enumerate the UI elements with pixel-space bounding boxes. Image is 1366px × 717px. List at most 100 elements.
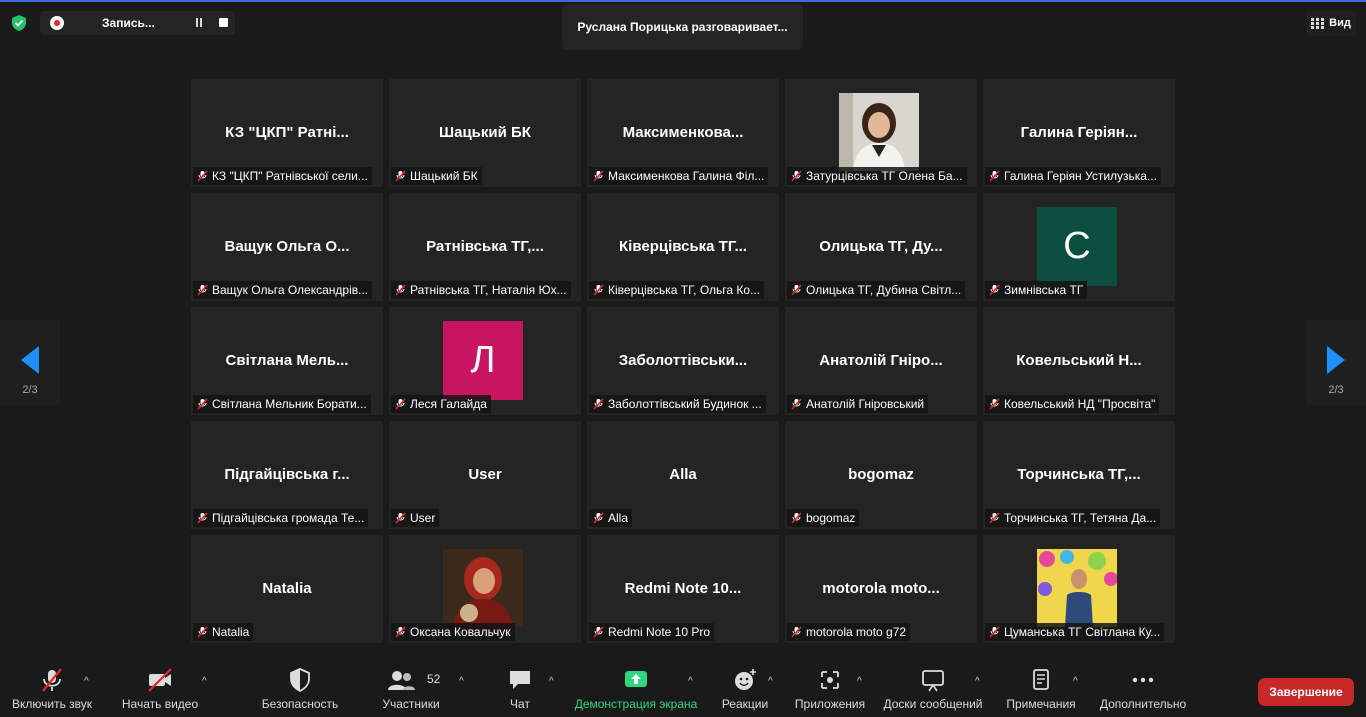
participant-label: КЗ "ЦКП" Ратнівської сели... <box>193 167 372 185</box>
participant-name: bogomaz <box>848 466 914 483</box>
participant-tile[interactable]: Цуманська ТГ Світлана Ку... <box>983 535 1175 643</box>
participant-label-text: Ратнівська ТГ, Наталія Юх... <box>410 283 567 297</box>
notes-options-chevron-icon[interactable]: ^ <box>1073 676 1078 687</box>
participant-tile[interactable]: Ківерцівська ТГ... Ківерцівська ТГ, Ольг… <box>587 193 779 301</box>
participant-name: КЗ "ЦКП" Ратні... <box>225 124 349 141</box>
participant-label-text: bogomaz <box>806 511 856 525</box>
participant-tile[interactable]: КЗ "ЦКП" Ратні... КЗ "ЦКП" Ратнівської с… <box>191 79 383 187</box>
participant-name: Ковельський Н... <box>1016 352 1142 369</box>
view-button[interactable]: Вид <box>1306 10 1356 36</box>
participant-tile[interactable]: Ващук Ольга О... Ващук Ольга Олександрів… <box>191 193 383 301</box>
recording-label: Запись... <box>102 16 155 30</box>
security-shield-icon[interactable] <box>10 14 28 32</box>
participant-tile[interactable]: User User <box>389 421 581 529</box>
participant-tile[interactable]: bogomaz bogomaz <box>785 421 977 529</box>
unmute-button[interactable]: Включить звук <box>10 666 94 711</box>
participant-name: Заболоттівськи... <box>618 352 748 369</box>
more-label: Дополнительно <box>1099 697 1187 711</box>
participant-tile[interactable]: Анатолій Гніро... Анатолій Гніровський <box>785 307 977 415</box>
participant-name: Redmi Note 10... <box>624 580 742 597</box>
previous-page-button[interactable]: 2/3 <box>0 320 60 405</box>
security-button[interactable]: Безопасность <box>258 666 342 711</box>
apps-label: Приложения <box>794 697 866 711</box>
end-meeting-button[interactable]: Завершение <box>1258 678 1354 706</box>
participant-tile[interactable]: Заболоттівськи... Заболоттівський Будино… <box>587 307 779 415</box>
unmute-label: Включить звук <box>11 697 93 711</box>
share-options-chevron-icon[interactable]: ^ <box>688 676 693 687</box>
participant-tile[interactable]: Шацький БК Шацький БК <box>389 79 581 187</box>
whiteboard-icon <box>922 670 944 692</box>
participant-label-text: Торчинська ТГ, Тетяна Да... <box>1004 511 1157 525</box>
start-video-label: Начать видео <box>121 697 199 711</box>
stop-recording-icon[interactable] <box>219 18 228 27</box>
participant-tile[interactable]: Redmi Note 10... Redmi Note 10 Pro <box>587 535 779 643</box>
reactions-button[interactable]: Реакции <box>718 666 772 711</box>
participant-label-text: Заболоттівський Будинок ... <box>608 397 762 411</box>
apps-icon <box>821 671 839 689</box>
mic-muted-icon <box>395 398 406 410</box>
participant-tile[interactable]: Затурцівська ТГ Олена Ба... <box>785 79 977 187</box>
participant-name: Ващук Ольга О... <box>224 238 350 255</box>
notes-button[interactable]: Примечания <box>1003 666 1079 711</box>
video-options-chevron-icon[interactable]: ^ <box>202 676 207 687</box>
participant-name: Шацький БК <box>439 124 531 141</box>
participant-label: Ковельський НД "Просвіта" <box>985 395 1160 413</box>
participant-label-text: КЗ "ЦКП" Ратнівської сели... <box>212 169 368 183</box>
participant-tile[interactable]: Л Леся Галайда <box>389 307 581 415</box>
apps-options-chevron-icon[interactable]: ^ <box>857 676 862 687</box>
participant-tile[interactable]: Ковельський Н... Ковельський НД "Просвіт… <box>983 307 1175 415</box>
share-screen-button[interactable]: Демонстрация экрана <box>572 666 700 711</box>
participant-tile[interactable]: Світлана Мель... Світлана Мельник Борати… <box>191 307 383 415</box>
mic-muted-icon <box>989 626 1000 638</box>
participant-tile[interactable]: Максименкова... Максименкова Галина Філ.… <box>587 79 779 187</box>
participant-label: Ратнівська ТГ, Наталія Юх... <box>391 281 571 299</box>
mic-muted-icon <box>197 512 208 524</box>
participant-tile[interactable]: С Зимнівська ТГ <box>983 193 1175 301</box>
participant-label: Анатолій Гніровський <box>787 395 929 413</box>
top-accent-line <box>0 0 1366 2</box>
participant-label-text: Цуманська ТГ Світлана Ку... <box>1004 625 1161 639</box>
participant-photo <box>1037 549 1117 627</box>
participant-tile[interactable]: Торчинська ТГ,... Торчинська ТГ, Тетяна … <box>983 421 1175 529</box>
mic-muted-icon <box>791 398 802 410</box>
participant-label: Галина Геріян Устилузька... <box>985 167 1161 185</box>
participant-label-text: Підгайцівська громада Те... <box>212 511 365 525</box>
apps-button[interactable]: Приложения <box>790 666 870 711</box>
next-page-button[interactable]: 2/3 <box>1306 320 1366 405</box>
participant-tile[interactable]: Alla Alla <box>587 421 779 529</box>
active-speaker-banner: Руслана Порицька разговаривает... <box>562 4 803 50</box>
participant-tile[interactable]: Олицька ТГ, Ду... Олицька ТГ, Дубина Сві… <box>785 193 977 301</box>
participant-tile[interactable]: Ратнівська ТГ,... Ратнівська ТГ, Наталія… <box>389 193 581 301</box>
participants-options-chevron-icon[interactable]: ^ <box>459 676 464 687</box>
chat-button[interactable]: Чат <box>500 666 540 711</box>
camera-off-icon <box>148 668 172 692</box>
mic-muted-icon <box>197 170 208 182</box>
view-label: Вид <box>1329 17 1351 29</box>
reactions-options-chevron-icon[interactable]: ^ <box>768 676 773 687</box>
participant-tile[interactable]: Підгайцівська г... Підгайцівська громада… <box>191 421 383 529</box>
participant-label: Redmi Note 10 Pro <box>589 623 715 641</box>
pause-recording-icon[interactable] <box>194 18 204 28</box>
whiteboards-button[interactable]: Доски сообщений <box>880 666 986 711</box>
audio-options-chevron-icon[interactable]: ^ <box>84 676 89 687</box>
participant-tile[interactable]: Галина Геріян... Галина Геріян Устилузьк… <box>983 79 1175 187</box>
participant-label: bogomaz <box>787 509 860 527</box>
more-button[interactable]: Дополнительно <box>1096 666 1190 711</box>
chat-options-chevron-icon[interactable]: ^ <box>549 676 554 687</box>
more-dots-icon <box>1132 677 1154 683</box>
mic-muted-icon <box>989 398 1000 410</box>
participant-label-text: Ващук Ольга Олександрів... <box>212 283 369 297</box>
participant-label-text: Анатолій Гніровський <box>806 397 925 411</box>
whiteboards-options-chevron-icon[interactable]: ^ <box>975 676 980 687</box>
participant-label-text: Олицька ТГ, Дубина Світл... <box>806 283 962 297</box>
participant-label: Alla <box>589 509 633 527</box>
participant-tile[interactable]: Оксана Ковальчук <box>389 535 581 643</box>
recording-icon <box>50 16 64 30</box>
participant-tile[interactable]: Natalia Natalia <box>191 535 383 643</box>
participant-label: Оксана Ковальчук <box>391 623 515 641</box>
participant-tile[interactable]: motorola moto... motorola moto g72 <box>785 535 977 643</box>
start-video-button[interactable]: Начать видео <box>120 666 200 711</box>
participant-name: Світлана Мель... <box>225 352 349 369</box>
mic-muted-icon <box>197 284 208 296</box>
arrow-left-icon <box>21 346 39 374</box>
